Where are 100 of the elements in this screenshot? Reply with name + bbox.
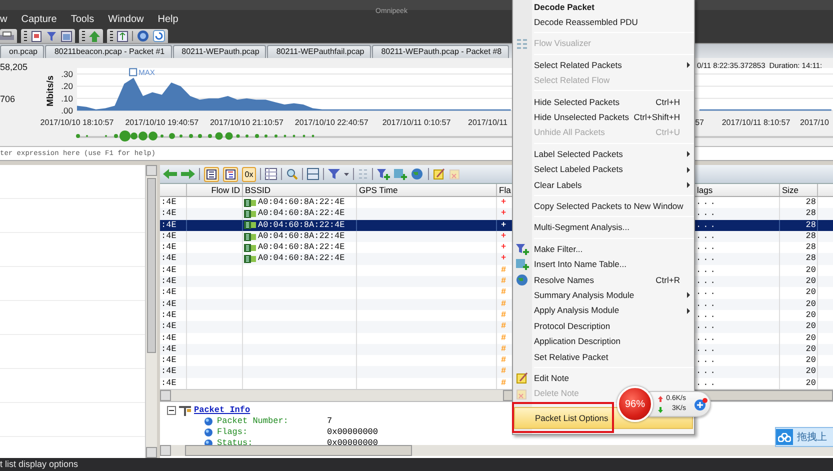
forward-arrow-icon[interactable]	[181, 169, 195, 179]
column-header[interactable]: BSSID	[243, 184, 357, 196]
document-icon[interactable]	[31, 30, 42, 42]
grid-icon[interactable]	[265, 168, 277, 180]
axis-tick-label: 2017/10/11	[468, 118, 508, 127]
menu-item[interactable]: Select Labeled Packets	[513, 162, 694, 177]
summary-stat: 706	[0, 94, 16, 104]
tree-view-button[interactable]	[223, 166, 238, 182]
menu-item[interactable]: Label Selected Packets	[513, 146, 694, 162]
refresh-icon[interactable]	[153, 30, 165, 42]
add-filter-icon[interactable]	[377, 168, 390, 180]
up-arrow-icon	[658, 396, 663, 402]
table-cell: ...	[696, 298, 718, 310]
menu-item[interactable]: Protocol Description	[513, 318, 694, 334]
menu-item[interactable]: Make Filter...	[513, 241, 694, 256]
document-tab[interactable]: 80211-WEPauth.pcap - Packet #8	[372, 45, 509, 58]
shortcut-label: Ctrl+U	[656, 127, 681, 138]
collapse-icon[interactable]	[167, 406, 176, 416]
menu-item[interactable]: Select Related Packets	[513, 57, 694, 73]
menu-item[interactable]: Decode Packet	[513, 0, 694, 14]
device-icon	[244, 210, 256, 218]
note-icon[interactable]	[433, 168, 445, 180]
export-icon[interactable]	[117, 30, 128, 42]
menu-item[interactable]: Hide Unselected Packets Ctrl+Shift+H	[513, 109, 694, 125]
table-cell: 20	[806, 332, 816, 344]
upload-button[interactable]: 拖拽上	[775, 427, 833, 447]
table-cell: 28	[806, 230, 816, 242]
table-cell: :4E	[160, 366, 187, 378]
search-icon[interactable]	[286, 168, 298, 180]
field-value: 0x00000000	[327, 438, 378, 450]
flag-mark: #	[501, 310, 506, 322]
document-tab[interactable]: 80211beacon.pcap - Packet #1	[45, 45, 172, 58]
table-cell: ...	[696, 253, 718, 265]
document-tab[interactable]: on.pcap	[0, 45, 44, 58]
table-cell: A0:04:60:8A:22:4E	[258, 197, 345, 208]
plus-icon[interactable]	[694, 398, 708, 411]
shortcut-label: Ctrl+H	[656, 96, 681, 107]
menu-item[interactable]: Help	[156, 12, 180, 26]
flag-mark: +	[501, 242, 506, 254]
hex-view-button[interactable]: 0x	[242, 166, 256, 182]
flag-mark: +	[501, 253, 506, 265]
axis-tick-label: 57	[695, 118, 704, 127]
column-header[interactable]: GPS Time	[357, 184, 497, 196]
table-cell: 20	[806, 264, 816, 276]
document-tab[interactable]: 80211-WEPauthfail.pcap	[267, 45, 372, 58]
menu-item[interactable]: Hide Selected Packets Ctrl+H	[513, 94, 694, 110]
table-cell: A0:04:60:8A:22:4E	[258, 208, 345, 220]
filter-icon[interactable]	[328, 168, 340, 180]
window-icon[interactable]	[61, 30, 72, 42]
table-cell: 20	[806, 321, 816, 333]
table-cell: :4E	[160, 321, 187, 333]
table-cell: 20	[806, 310, 816, 322]
document-tab[interactable]: 80211-WEPauth.pcap	[172, 45, 266, 58]
table-cell: ...	[696, 344, 718, 356]
section-link[interactable]: Packet Info	[194, 405, 250, 416]
print-icon[interactable]	[0, 30, 14, 42]
axis-tick-label: 2017/10/10 21:10:57	[210, 118, 284, 127]
flag-mark: #	[501, 276, 506, 288]
menu-item[interactable]: Window	[106, 12, 146, 26]
flag-mark: #	[501, 378, 506, 390]
menu-item[interactable]: Clear Labels	[513, 176, 694, 192]
column-header[interactable]: Flow ID	[187, 184, 243, 196]
column-header[interactable]: Size	[780, 184, 818, 196]
caret-icon[interactable]	[344, 172, 349, 176]
back-arrow-icon[interactable]	[163, 169, 177, 179]
table-cell: :4E	[160, 276, 187, 288]
table-cell: ...	[696, 242, 718, 254]
globe-icon[interactable]	[411, 168, 424, 180]
add-name-icon[interactable]	[394, 168, 407, 180]
menu-item[interactable]: Tools	[68, 12, 96, 26]
panel-icon[interactable]	[307, 168, 319, 180]
horizontal-scrollbar[interactable]	[160, 445, 833, 456]
axis-tick-label: .20	[61, 81, 73, 92]
menu-item[interactable]: Capture	[19, 12, 59, 26]
table-cell: 20	[806, 276, 816, 288]
menu-item[interactable]: w	[0, 12, 10, 26]
table-cell: 28	[806, 242, 816, 254]
add-filter-icon	[516, 243, 529, 256]
table-cell: 20	[806, 298, 816, 310]
table-cell: ...	[696, 230, 718, 242]
device-icon	[244, 221, 256, 230]
field-icon	[204, 428, 213, 438]
flag-mark: +	[501, 230, 506, 242]
table-cell: A0:04:60:8A:22:4E	[258, 253, 345, 265]
axis-tick-label: .10	[61, 93, 73, 104]
list-view-button[interactable]	[204, 166, 219, 182]
table-cell: 20	[806, 287, 816, 299]
table-cell: :4E	[160, 253, 187, 265]
table-cell: 28	[806, 220, 816, 231]
menu-item[interactable]: Decode Reassembled PDU	[513, 14, 694, 30]
table-cell: ...	[696, 310, 718, 322]
axis-tick-label: .30	[61, 69, 73, 79]
axis-tick-label: .00	[61, 106, 73, 116]
table-cell: 28	[806, 253, 816, 265]
flag-mark: #	[501, 287, 506, 299]
cloud-icon	[778, 432, 791, 442]
table-cell: 28	[806, 197, 816, 208]
vertical-scrollbar[interactable]	[145, 165, 157, 458]
field-label: Packet Number:	[217, 416, 290, 428]
table-cell: ...	[696, 264, 718, 276]
